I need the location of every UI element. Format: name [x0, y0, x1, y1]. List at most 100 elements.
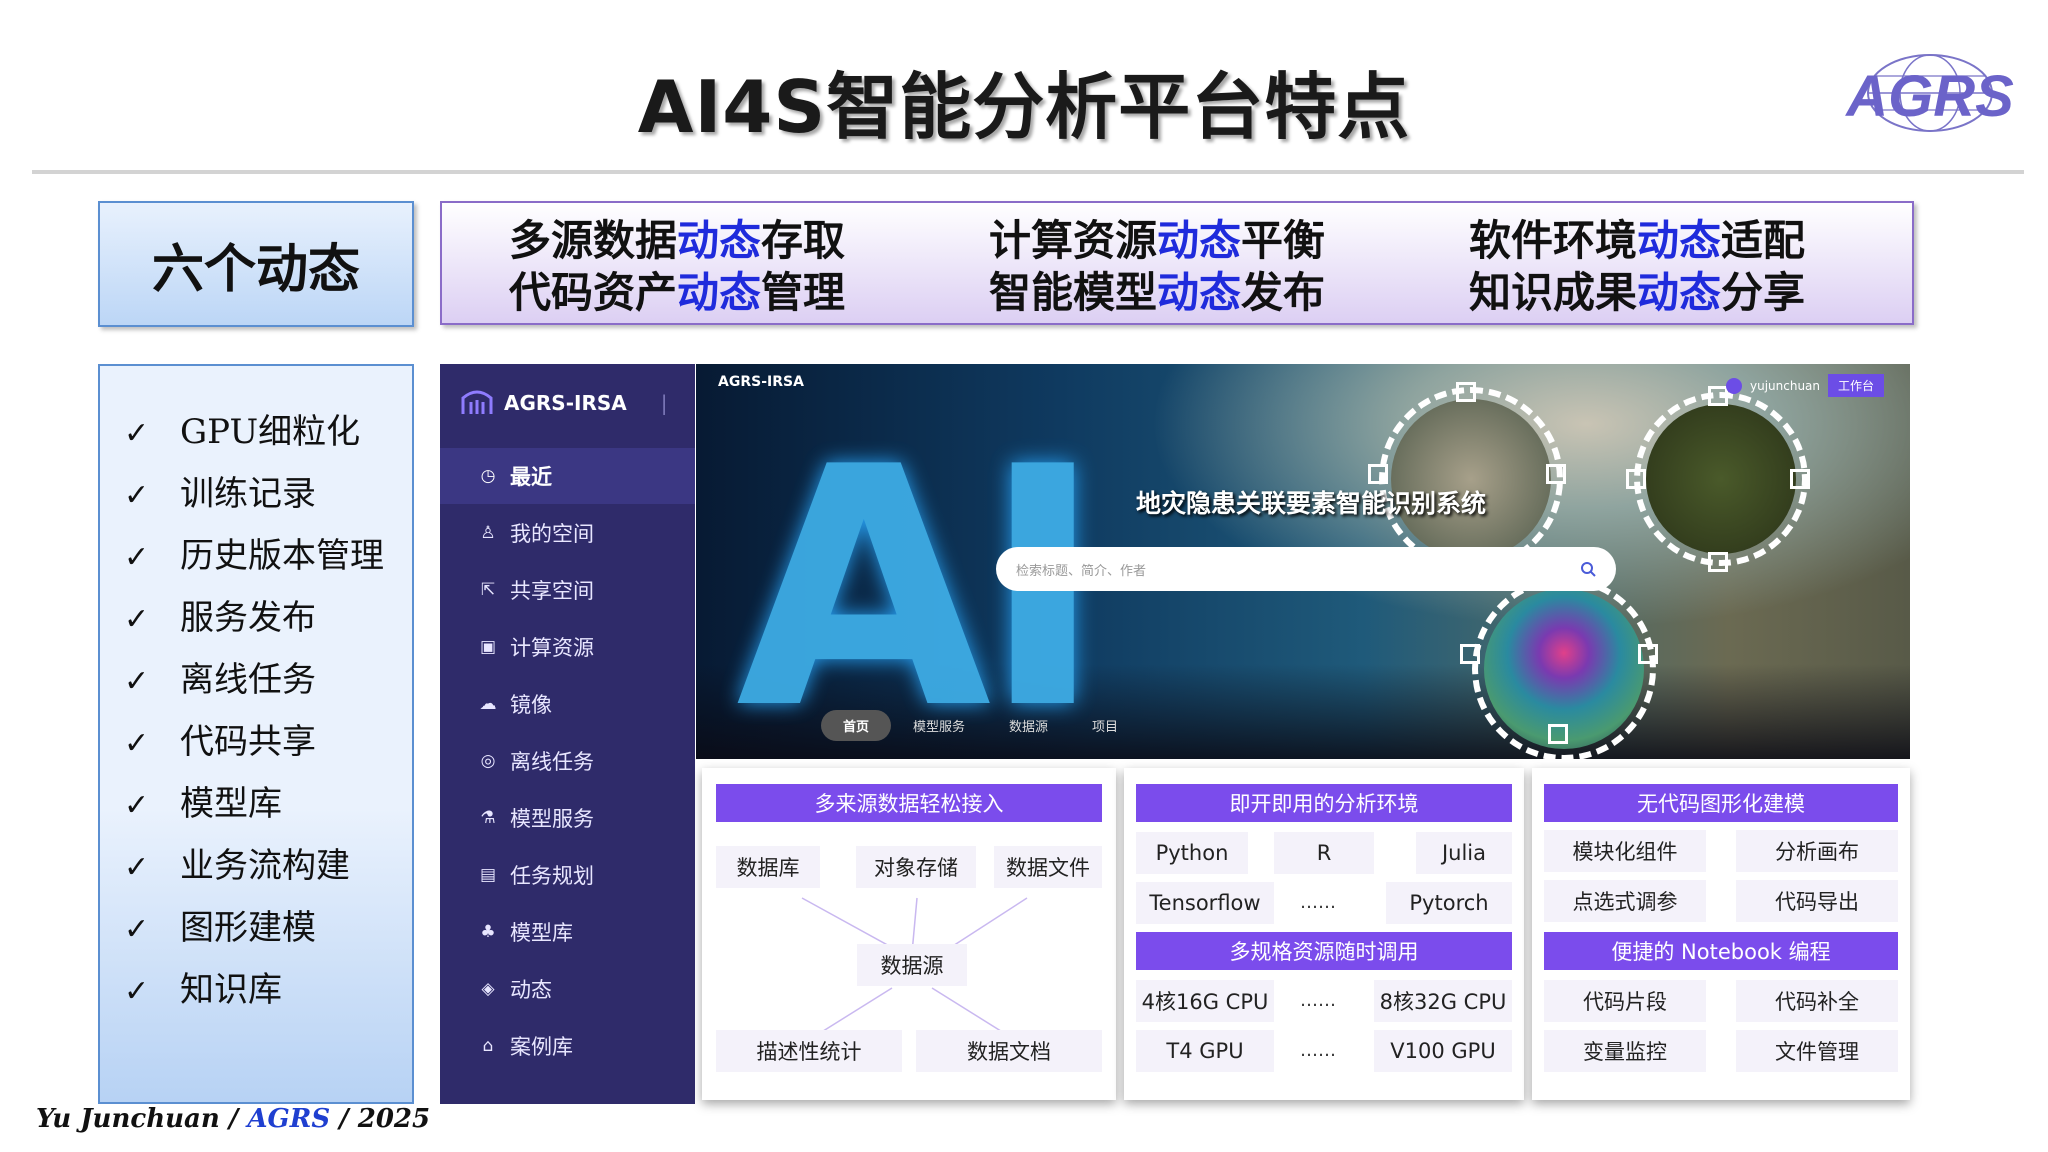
dyn-highlight: 动态 [1156, 268, 1241, 317]
env-pytorch: Pytorch [1386, 882, 1512, 924]
source-data-file: 数据文件 [994, 846, 1102, 888]
tab-model-service[interactable]: 模型服务 [891, 710, 987, 741]
more-ellipsis: …… [1300, 1040, 1336, 1061]
search-icon[interactable] [1580, 561, 1596, 577]
sidebar-item-shared-space[interactable]: ⇱ 共享空间 [440, 562, 695, 618]
dyn-text: 计算资源 [988, 216, 1157, 265]
check-icon: ✓ [124, 540, 150, 575]
panel-header: 即开即用的分析环境 [1136, 784, 1512, 822]
sidebar-item-image[interactable]: ☁ 镜像 [440, 676, 695, 732]
tab-project[interactable]: 项目 [1070, 710, 1140, 741]
avatar[interactable] [1726, 377, 1742, 394]
share-icon: ⇱ [480, 580, 496, 600]
feature-item: ✓ GPU细粒化 [124, 404, 360, 453]
sidebar-item-label: 离线任务 [510, 750, 594, 774]
dyn-text: 平衡 [1241, 216, 1326, 265]
feature-label: 模型库 [180, 784, 282, 824]
nb-code-snippet: 代码片段 [1544, 980, 1706, 1022]
check-icon: ✓ [124, 850, 150, 885]
res-t4-gpu: T4 GPU [1136, 1030, 1274, 1072]
search-placeholder: 检索标题、简介、作者 [1016, 563, 1147, 579]
sidebar-item-model-library[interactable]: ♣ 模型库 [440, 904, 695, 960]
agrs-logo: AGRS [1844, 54, 2014, 132]
check-icon: ✓ [124, 664, 150, 699]
sidebar-item-offline-task[interactable]: ◎ 离线任务 [440, 733, 695, 789]
dashed-circle [1634, 392, 1808, 566]
sidebar-item-recent[interactable]: ◷ 最近 [440, 448, 695, 504]
sidebar-item-label: 共享空间 [510, 579, 594, 603]
feature-label: 离线任务 [180, 660, 316, 700]
check-icon: ✓ [124, 416, 150, 451]
system-title: 地灾隐患关联要素智能识别系统 [1136, 489, 1487, 518]
feature-item: ✓ 图形建模 [124, 900, 316, 949]
dyn-highlight: 动态 [1636, 268, 1721, 317]
dyn-text: 管理 [761, 268, 846, 317]
dyn-text: 智能模型 [988, 268, 1157, 317]
check-icon: ✓ [124, 974, 150, 1009]
sidebar-item-task-plan[interactable]: ▤ 任务规划 [440, 847, 695, 903]
nocode-canvas: 分析画布 [1736, 830, 1898, 872]
dynamics-column-2: 计算资源动态平衡 智能模型动态发布 [922, 215, 1392, 319]
hero-search-box[interactable]: 检索标题、简介、作者 [996, 547, 1616, 591]
slide-title: AI4S智能分析平台特点 [637, 65, 1411, 149]
source-object-storage: 对象存储 [856, 846, 976, 888]
six-dynamics-label: 六个动态 [98, 201, 414, 327]
res-cpu-8c32g: 8核32G CPU [1374, 980, 1512, 1022]
feature-item: ✓ 服务发布 [124, 590, 316, 639]
dyn-text: 分享 [1721, 268, 1806, 317]
output-data-doc: 数据文档 [916, 1030, 1102, 1072]
res-cpu-4c16g: 4核16G CPU [1136, 980, 1274, 1022]
dyn-text: 知识成果 [1468, 268, 1637, 317]
sidebar-item-case-library[interactable]: ⌂ 案例库 [440, 1018, 695, 1074]
feature-item: ✓ 知识库 [124, 962, 282, 1011]
feature-label: 图形建模 [180, 908, 316, 948]
dyn-highlight: 动态 [676, 216, 761, 265]
source-database: 数据库 [716, 846, 820, 888]
divider: | [660, 391, 668, 415]
sidebar-item-model-service[interactable]: ⚗ 模型服务 [440, 790, 695, 846]
sidebar-item-label: 计算资源 [510, 636, 594, 660]
check-icon: ✓ [124, 726, 150, 761]
feature-label: 服务发布 [180, 598, 316, 638]
selection-handle [1790, 469, 1810, 489]
dynamics-column-3: 软件环境动态适配 知识成果动态分享 [1402, 215, 1872, 319]
nocode-code-export: 代码导出 [1736, 880, 1898, 922]
app-logo[interactable]: AGRS-IRSA | [460, 378, 690, 428]
sidebar-item-my-space[interactable]: ♙ 我的空间 [440, 505, 695, 561]
selection-handle [1548, 724, 1568, 744]
feature-label: 业务流构建 [180, 846, 350, 886]
offline-task-icon: ◎ [480, 751, 496, 771]
selection-handle [1638, 644, 1658, 664]
sidebar-item-label: 最近 [510, 465, 552, 489]
sidebar-item-compute[interactable]: ▣ 计算资源 [440, 619, 695, 675]
panel-data-access: 多来源数据轻松接入 数据库 对象存储 数据文件 数据源 描述性统计 数据文档 [702, 768, 1116, 1100]
feature-label: 历史版本管理 [180, 536, 384, 576]
case-library-icon: ⌂ [482, 1036, 494, 1056]
res-v100-gpu: V100 GPU [1374, 1030, 1512, 1072]
dynamics-column-1: 多源数据动态存取 代码资产动态管理 [442, 215, 912, 319]
feature-label: GPU细粒化 [180, 412, 361, 452]
panel-header: 无代码图形化建模 [1544, 784, 1898, 822]
tab-data-source[interactable]: 数据源 [987, 710, 1070, 741]
user-area[interactable]: yujunchuan 工作台 [1726, 374, 1885, 397]
dynamics-box: 多源数据动态存取 代码资产动态管理 计算资源动态平衡 智能模型动态发布 软件环境… [440, 201, 1914, 325]
sidebar-item-activity[interactable]: ◈ 动态 [440, 961, 695, 1017]
panel-subheader: 便捷的 Notebook 编程 [1544, 932, 1898, 970]
selection-handle [1708, 386, 1728, 406]
footer-org: AGRS [247, 1104, 331, 1134]
dyn-highlight: 动态 [676, 268, 761, 317]
dyn-highlight: 动态 [1636, 216, 1721, 265]
user-icon: ♙ [480, 523, 496, 543]
more-ellipsis: …… [1300, 990, 1336, 1011]
workbench-button[interactable]: 工作台 [1828, 374, 1885, 397]
selection-handle [1368, 464, 1388, 484]
check-icon: ✓ [124, 788, 150, 823]
dyn-text: 存取 [761, 216, 846, 265]
dyn-text: 软件环境 [1468, 216, 1637, 265]
tab-home[interactable]: 首页 [821, 710, 892, 741]
feature-item: ✓ 代码共享 [124, 714, 316, 763]
nocode-module-component: 模块化组件 [1544, 830, 1706, 872]
selection-handle [1626, 469, 1646, 489]
hero-brand: AGRS-IRSA [718, 374, 804, 390]
sidebar-item-label: 我的空间 [510, 522, 594, 546]
